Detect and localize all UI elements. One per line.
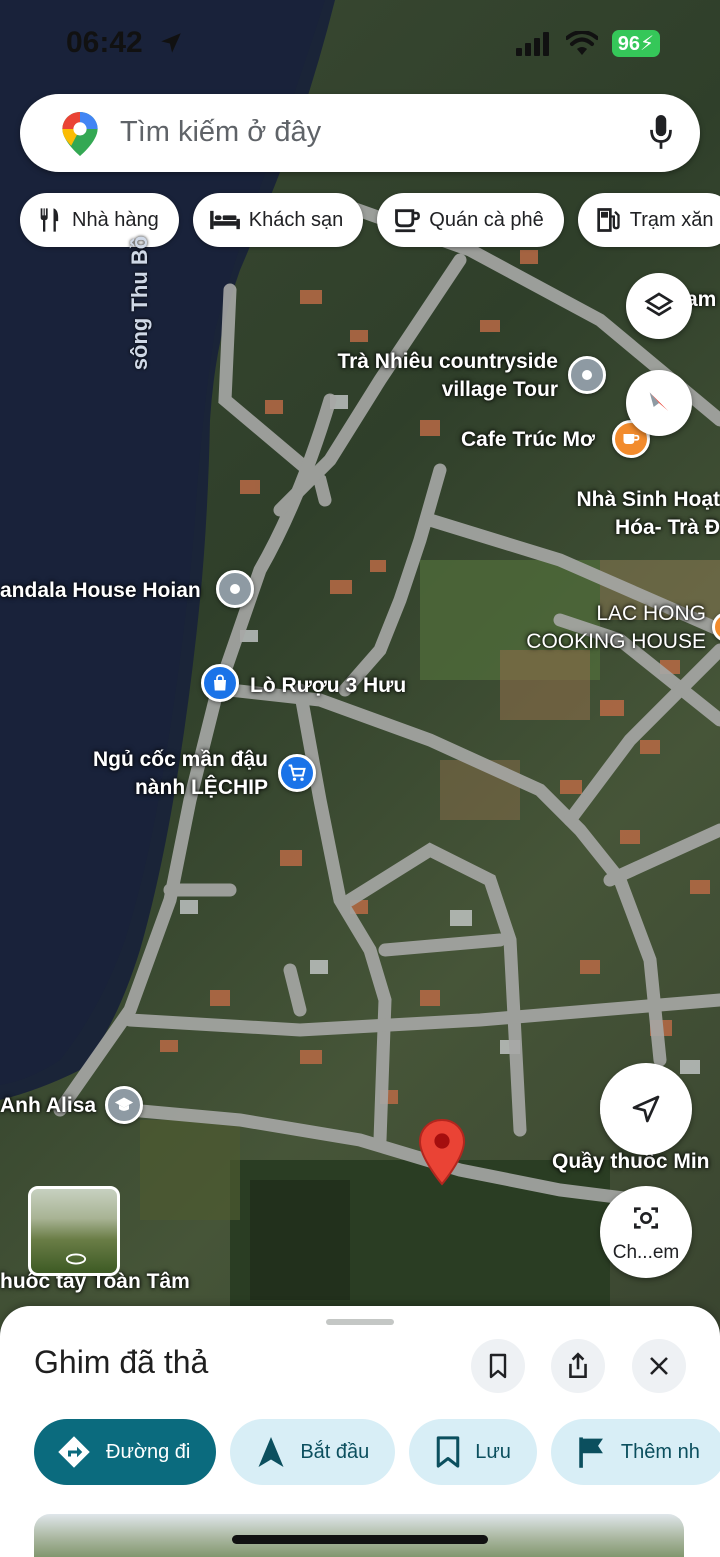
compass-button[interactable] (626, 370, 692, 436)
google-maps-pin-icon (62, 112, 98, 156)
save-button[interactable]: Lưu (409, 1419, 537, 1485)
poi-pin-wine[interactable] (201, 664, 239, 702)
shopping-cart-icon (288, 764, 306, 781)
search-input[interactable]: Tìm kiếm ở đây (120, 116, 321, 149)
poi-label-line: COOKING HOUSE (526, 630, 706, 653)
coffee-cup-icon (623, 434, 640, 444)
poi-label-line: village Tour (441, 378, 558, 401)
add-label-label: Thêm nh (620, 1440, 700, 1463)
poi-pin-tour[interactable] (568, 356, 606, 394)
camera-icon (634, 1207, 658, 1229)
wifi-icon (566, 31, 598, 55)
chip-gas-stations[interactable]: Trạm xăn (577, 193, 720, 247)
poi-label-line: LAC HONG (596, 602, 706, 625)
sheet-drag-handle[interactable] (326, 1319, 394, 1325)
navigation-arrow-icon (258, 1437, 284, 1467)
close-icon (650, 1357, 668, 1375)
sheet-title: Ghim đã thả (34, 1344, 209, 1380)
poi-label-line: Ngủ cốc mần đậu (92, 748, 268, 771)
status-time: 06:42 (66, 26, 143, 59)
dot-icon (230, 584, 240, 594)
battery-level: 96 (617, 33, 640, 55)
camera-search-label: Ch...em (612, 1242, 680, 1263)
poi-label-house[interactable]: andala House Hoian (0, 577, 201, 605)
chip-hotels[interactable]: Khách sạn (192, 193, 364, 247)
bookmark-icon (489, 1353, 507, 1379)
category-chips: Nhà hàng Khách sạn Quán cà phê Trạm xăn (20, 193, 720, 247)
mic-icon[interactable] (648, 114, 674, 152)
directions-label: Đường đi (106, 1440, 191, 1463)
signal-icon (516, 32, 549, 56)
gas-pump-icon (597, 208, 620, 232)
street-view-rotate-icon (65, 1253, 87, 1265)
street-view-thumbnail[interactable] (28, 1186, 120, 1276)
home-indicator[interactable] (232, 1535, 488, 1544)
navigation-arrow-icon (632, 1095, 660, 1123)
directions-button[interactable]: Đường đi (34, 1419, 217, 1485)
river-label: sông Thu Bồ (127, 235, 152, 371)
compass-icon (649, 392, 669, 411)
location-arrow-icon (161, 33, 181, 53)
close-button[interactable] (632, 1339, 686, 1393)
place-sheet: Ghim đã thả Đường đi Bắt đầu Lưu Thêm nh (0, 1306, 720, 1557)
save-icon-button[interactable] (471, 1339, 525, 1393)
directions-icon (58, 1436, 90, 1468)
save-label: Lưu (475, 1440, 511, 1463)
camera-search-button[interactable]: Ch...em (600, 1186, 692, 1278)
my-location-button[interactable] (600, 1063, 692, 1155)
poi-label-wine[interactable]: Lò Rượu 3 Hưu (250, 672, 406, 700)
map-view[interactable]: 06:42 96⚡ Tìm kiếm ở đây Nhà hàng Khách … (0, 0, 720, 1330)
search-bar[interactable]: Tìm kiếm ở đây (20, 94, 700, 172)
flag-icon (579, 1437, 603, 1468)
poi-label-school[interactable]: Anh Alisa (0, 1092, 96, 1120)
chip-restaurants[interactable]: Nhà hàng (20, 193, 179, 247)
poi-label-cereal[interactable]: Ngủ cốc mần đậu nành LỆCHIP (93, 746, 268, 802)
layers-icon (644, 292, 674, 317)
share-icon (569, 1352, 587, 1379)
status-bar: 06:42 96⚡ (0, 22, 720, 66)
layers-button[interactable] (626, 273, 692, 339)
coffee-cup-icon (395, 209, 421, 233)
chip-label: Khách sạn (248, 208, 344, 231)
poi-label-line: Trà Nhiêu countryside (337, 350, 558, 373)
share-button[interactable] (551, 1339, 605, 1393)
poi-pin-school[interactable] (105, 1086, 143, 1124)
chip-label: Trạm xăn (629, 208, 714, 231)
chip-label: Quán cà phê (429, 208, 544, 231)
poi-pin-cereal[interactable] (278, 754, 316, 792)
chip-cafes[interactable]: Quán cà phê (377, 193, 564, 247)
bookmark-icon (437, 1436, 460, 1468)
battery-indicator: 96⚡ (611, 30, 660, 57)
graduation-cap-icon (114, 1097, 134, 1111)
poi-label-line: nành LỆCHIP (134, 776, 268, 799)
start-button[interactable]: Bắt đầu (230, 1419, 396, 1485)
poi-label-tour[interactable]: Trà Nhiêu countryside village Tour (337, 348, 558, 404)
add-label-button[interactable]: Thêm nh (550, 1419, 720, 1485)
poi-label-line: Nhà Sinh Hoạt (576, 488, 720, 511)
dot-icon (582, 370, 592, 380)
poi-label-line: Hóa- Trà Đ (614, 516, 720, 539)
shopping-bag-icon (214, 674, 226, 691)
action-buttons: Đường đi Bắt đầu Lưu Thêm nh (34, 1419, 720, 1485)
poi-label-cooking-house[interactable]: LAC HONG COOKING HOUSE (526, 600, 706, 656)
dropped-pin-icon[interactable] (418, 1118, 466, 1186)
poi-label-cafe[interactable]: Cafe Trúc Mơ (461, 426, 595, 454)
poi-pin-house[interactable] (216, 570, 254, 608)
poi-label-culture-house[interactable]: Nhà Sinh Hoạt Hóa- Trà Đ (576, 486, 720, 542)
fork-knife-icon (40, 208, 59, 232)
start-label: Bắt đầu (300, 1440, 370, 1463)
bed-icon (209, 210, 240, 230)
